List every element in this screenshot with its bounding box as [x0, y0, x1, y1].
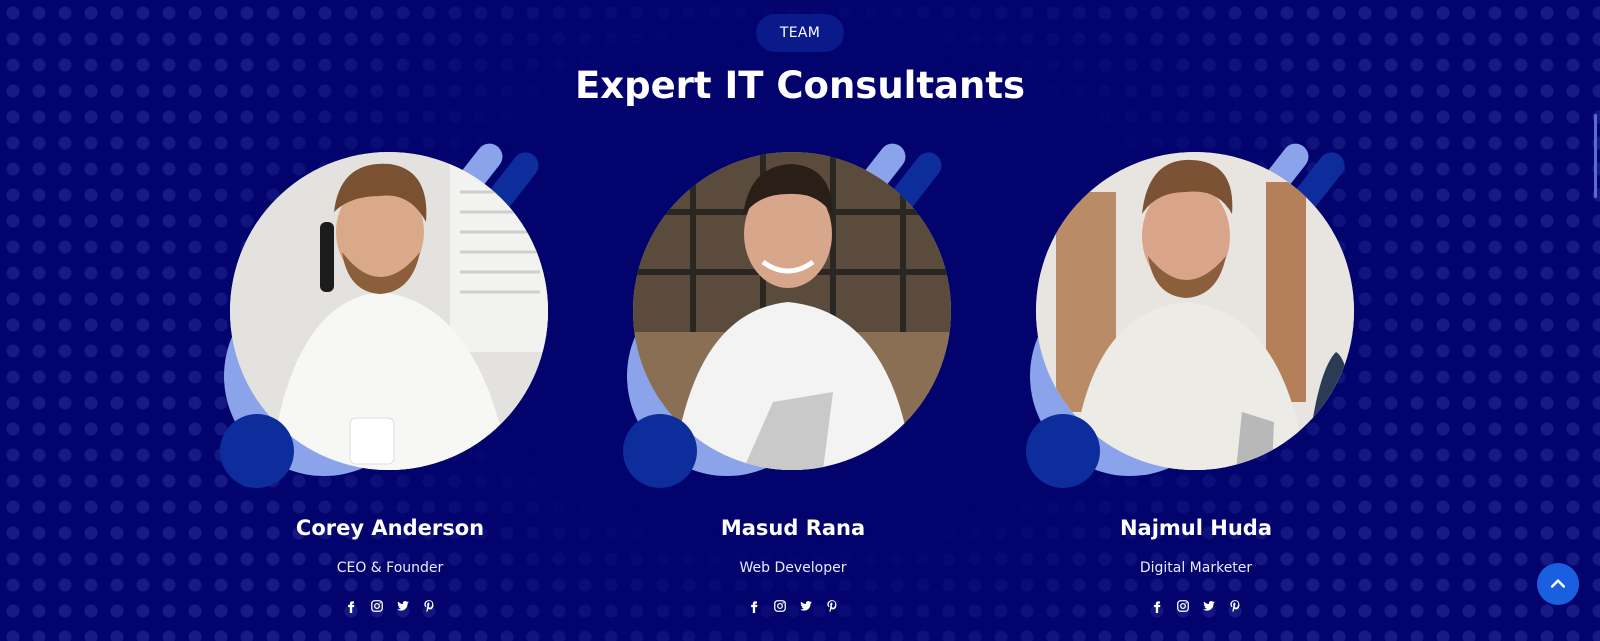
- team-card: Najmul Huda Digital Marketer: [1026, 138, 1366, 641]
- pinterest-icon[interactable]: [421, 598, 437, 614]
- member-name: Masud Rana: [720, 516, 866, 540]
- member-role: Web Developer: [739, 560, 847, 576]
- twitter-icon[interactable]: [1201, 598, 1217, 614]
- social-links: [623, 598, 963, 614]
- scrollbar-thumb[interactable]: [1594, 114, 1597, 198]
- twitter-icon[interactable]: [798, 598, 814, 614]
- instagram-icon[interactable]: [369, 598, 385, 614]
- facebook-icon[interactable]: [343, 598, 359, 614]
- team-card: Masud Rana Web Developer: [623, 138, 963, 641]
- social-links: [220, 598, 560, 614]
- instagram-icon[interactable]: [772, 598, 788, 614]
- member-name: Corey Anderson: [295, 516, 485, 540]
- section-badge: TEAM: [756, 14, 844, 52]
- decorative-blob: [1026, 414, 1100, 488]
- scroll-to-top-button[interactable]: [1537, 563, 1579, 605]
- decorative-blob: [623, 414, 697, 488]
- team-card: Corey Anderson CEO & Founder: [220, 138, 560, 641]
- section-badge-label: TEAM: [779, 25, 821, 41]
- pinterest-icon[interactable]: [824, 598, 840, 614]
- member-role: CEO & Founder: [336, 560, 444, 576]
- section-title: Expert IT Consultants: [574, 64, 1026, 107]
- social-links: [1026, 598, 1366, 614]
- decorative-blob: [220, 414, 294, 488]
- twitter-icon[interactable]: [395, 598, 411, 614]
- facebook-icon[interactable]: [1149, 598, 1165, 614]
- member-name: Najmul Huda: [1119, 516, 1272, 540]
- chevron-up-icon: [1550, 579, 1566, 588]
- pinterest-icon[interactable]: [1227, 598, 1243, 614]
- member-role: Digital Marketer: [1139, 560, 1253, 576]
- instagram-icon[interactable]: [1175, 598, 1191, 614]
- facebook-icon[interactable]: [746, 598, 762, 614]
